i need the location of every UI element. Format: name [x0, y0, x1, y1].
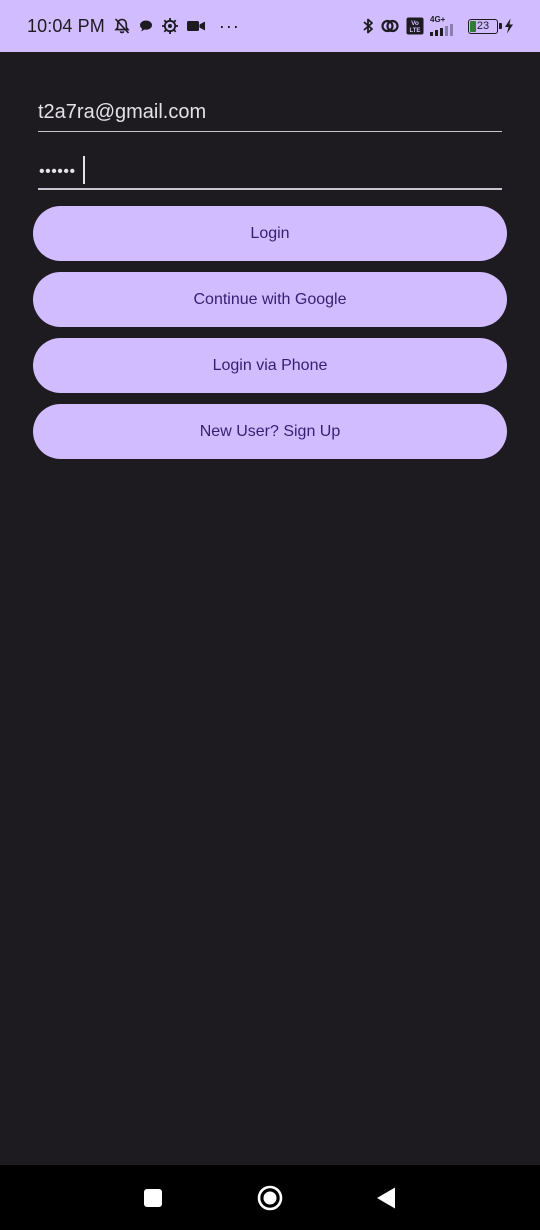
password-input-value: ••••••	[39, 163, 76, 180]
recents-square-icon[interactable]	[140, 1185, 166, 1211]
volte-icon: Vo LTE	[406, 17, 424, 35]
login-via-phone-button[interactable]: Login via Phone	[33, 338, 507, 393]
status-bar: 10:04 PM ··· Vo LTE 4G+ 23	[0, 0, 540, 52]
charging-bolt-icon	[504, 18, 514, 34]
sign-up-button[interactable]: New User? Sign Up	[33, 404, 507, 459]
hotspot-link-icon	[380, 17, 400, 35]
email-input-value: t2a7ra@gmail.com	[38, 101, 207, 123]
signal-icon: 4G+	[430, 16, 462, 36]
network-type-label: 4G+	[430, 15, 446, 24]
email-field[interactable]: t2a7ra@gmail.com	[38, 98, 502, 132]
settings-gear-icon	[161, 17, 179, 35]
bell-off-icon	[113, 17, 131, 35]
svg-text:LTE: LTE	[410, 28, 421, 34]
video-camera-icon	[186, 19, 206, 33]
battery-icon: 23	[468, 18, 502, 34]
more-notifications-indicator: ···	[218, 16, 240, 36]
system-navigation-bar	[0, 1165, 540, 1230]
home-circle-icon[interactable]	[257, 1185, 283, 1211]
back-triangle-icon[interactable]	[373, 1185, 399, 1211]
status-right-group: Vo LTE 4G+ 23	[362, 0, 514, 52]
continue-with-google-button[interactable]: Continue with Google	[33, 272, 507, 327]
bluetooth-icon	[362, 17, 374, 35]
password-field[interactable]: ••••••	[38, 154, 502, 190]
status-time: 10:04 PM	[27, 15, 105, 36]
svg-text:Vo: Vo	[411, 20, 419, 27]
battery-level-text: 23	[476, 19, 490, 32]
battery-terminal	[499, 22, 502, 29]
text-cursor	[83, 156, 85, 184]
battery-level-fill	[470, 20, 476, 32]
chat-bubble-icon	[138, 18, 154, 34]
status-left-group: 10:04 PM ···	[27, 0, 240, 52]
login-button[interactable]: Login	[33, 206, 507, 261]
